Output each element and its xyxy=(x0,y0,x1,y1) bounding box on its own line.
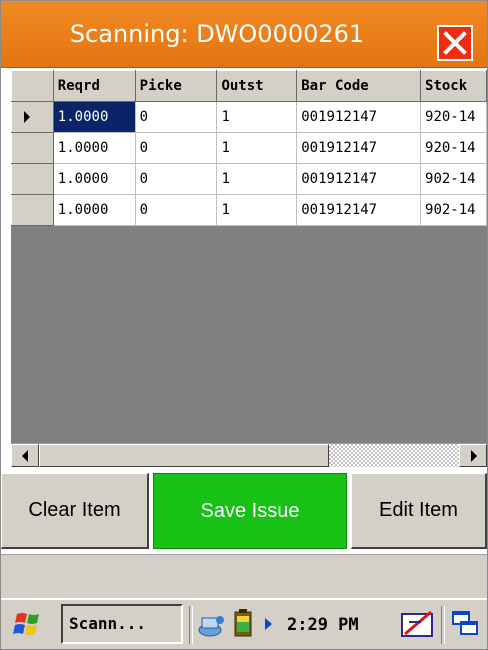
cell-picked[interactable]: 0 xyxy=(135,101,218,133)
cell-outstanding[interactable]: 1 xyxy=(216,101,298,133)
arrow-right-icon xyxy=(471,450,477,462)
cell-picked[interactable]: 0 xyxy=(135,194,218,226)
network-icon[interactable] xyxy=(197,610,227,640)
window-title: Scanning: DWO0000261 xyxy=(69,20,365,48)
battery-icon[interactable] xyxy=(231,608,257,640)
table-row[interactable]: 1.0000 0 1 001912147 920-14 xyxy=(11,132,487,164)
cell-stock[interactable]: 920-14 xyxy=(420,101,487,133)
cell-barcode[interactable]: 001912147 xyxy=(296,132,422,164)
column-header-stock[interactable]: Stock xyxy=(420,70,487,102)
cell-picked[interactable]: 0 xyxy=(135,132,218,164)
taskbar: Scann... 2:29 PM xyxy=(1,598,487,649)
tray-separator xyxy=(189,606,193,644)
table-row[interactable]: 1.0000 0 1 001912147 902-14 xyxy=(11,194,487,226)
cell-barcode[interactable]: 001912147 xyxy=(296,163,422,195)
column-header-picked[interactable]: Picke xyxy=(134,70,218,102)
cell-outstanding[interactable]: 1 xyxy=(216,132,298,164)
header-row: Reqrd Picke Outst Bar Code Stock xyxy=(11,70,487,102)
column-header-reqrd[interactable]: Reqrd xyxy=(52,70,136,102)
edit-item-button[interactable]: Edit Item xyxy=(351,473,487,549)
cell-reqrd[interactable]: 1.0000 xyxy=(53,163,136,195)
clock[interactable]: 2:29 PM xyxy=(287,606,359,644)
tray-separator xyxy=(441,606,445,644)
arrow-left-icon xyxy=(22,450,28,462)
scroll-right-button[interactable] xyxy=(459,444,487,467)
row-header[interactable] xyxy=(11,163,54,195)
status-bar xyxy=(1,554,487,598)
table-row[interactable]: 1.0000 0 1 001912147 902-14 xyxy=(11,163,487,195)
horizontal-scrollbar[interactable] xyxy=(11,443,487,467)
items-grid[interactable]: Reqrd Picke Outst Bar Code Stock 1.0000 … xyxy=(11,70,487,443)
switch-windows-icon[interactable] xyxy=(449,608,481,640)
cell-reqrd[interactable]: 1.0000 xyxy=(53,194,136,226)
corner-header xyxy=(11,70,54,102)
tray-expand-icon[interactable] xyxy=(263,616,275,632)
current-row-icon xyxy=(24,111,30,123)
cell-reqrd[interactable]: 1.0000 xyxy=(53,132,136,164)
cell-barcode[interactable]: 001912147 xyxy=(296,101,422,133)
action-buttons: Clear Item Save Issue Edit Item xyxy=(1,469,487,551)
scroll-thumb[interactable] xyxy=(39,444,329,467)
cell-stock[interactable]: 902-14 xyxy=(420,163,487,195)
scroll-left-button[interactable] xyxy=(11,444,39,467)
cell-stock[interactable]: 902-14 xyxy=(420,194,487,226)
cell-outstanding[interactable]: 1 xyxy=(216,194,298,226)
row-header[interactable] xyxy=(11,194,54,226)
app-window: Scanning: DWO0000261 Reqrd Picke Outst B… xyxy=(0,0,488,650)
save-issue-button[interactable]: Save Issue xyxy=(153,473,347,549)
close-icon xyxy=(443,31,467,55)
cell-reqrd[interactable]: 1.0000 xyxy=(53,101,136,133)
taskbar-app-button[interactable]: Scann... xyxy=(61,604,183,644)
cell-picked[interactable]: 0 xyxy=(135,163,218,195)
row-header[interactable] xyxy=(11,101,54,133)
title-bar: Scanning: DWO0000261 xyxy=(1,1,487,68)
items-table: Reqrd Picke Outst Bar Code Stock 1.0000 … xyxy=(11,70,487,226)
clear-item-button[interactable]: Clear Item xyxy=(1,473,149,549)
cell-stock[interactable]: 920-14 xyxy=(420,132,487,164)
column-header-outstanding[interactable]: Outst xyxy=(216,70,298,102)
pen-input-icon[interactable] xyxy=(399,606,437,644)
start-button[interactable] xyxy=(5,606,55,644)
table-row[interactable]: 1.0000 0 1 001912147 920-14 xyxy=(11,101,487,133)
row-header[interactable] xyxy=(11,132,54,164)
cell-outstanding[interactable]: 1 xyxy=(216,163,298,195)
close-button[interactable] xyxy=(437,25,473,61)
scroll-track[interactable] xyxy=(329,444,459,467)
windows-start-icon xyxy=(13,613,39,635)
cell-barcode[interactable]: 001912147 xyxy=(296,194,422,226)
column-header-barcode[interactable]: Bar Code xyxy=(296,70,422,102)
